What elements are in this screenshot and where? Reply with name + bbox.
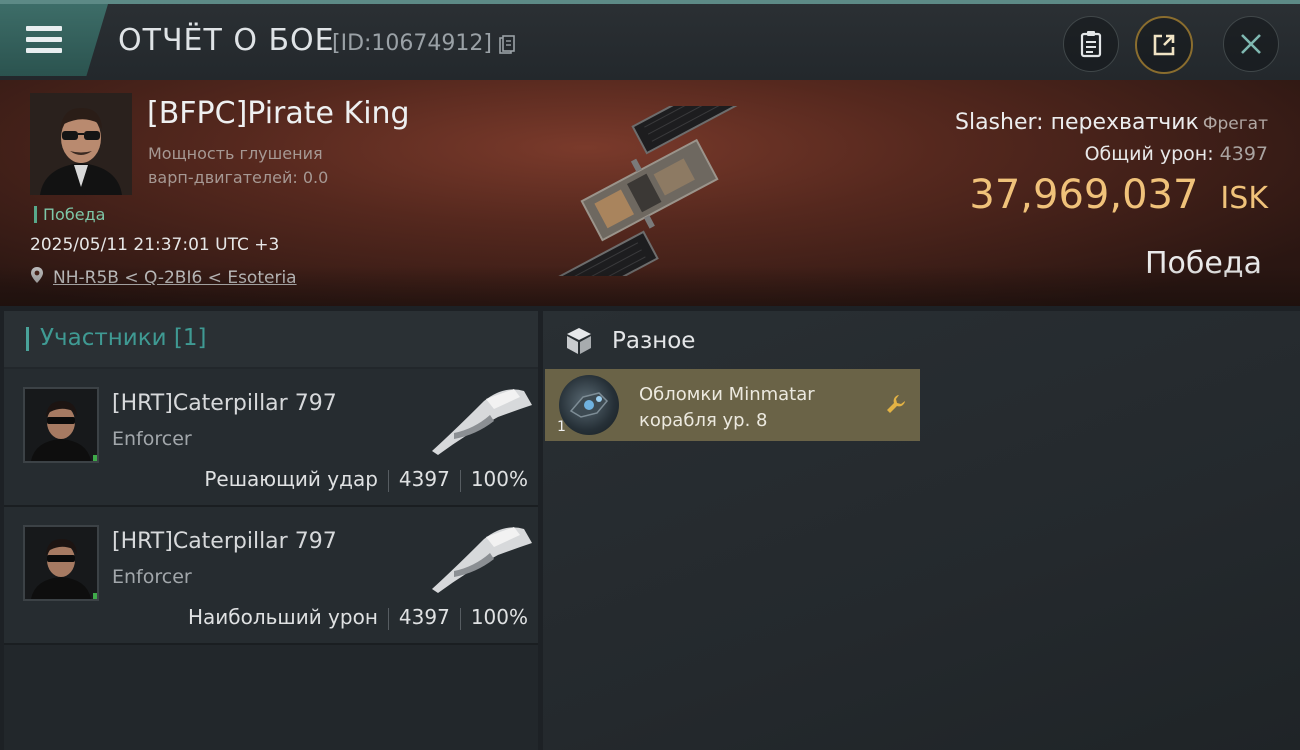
report-id: [ID:10674912] <box>332 31 492 56</box>
loot-name: Обломки Minmatar корабля ур. 8 <box>639 382 869 434</box>
participant-percent: 100% <box>470 467 528 491</box>
header-accent-bar <box>26 327 29 351</box>
share-button[interactable] <box>1135 16 1193 74</box>
participant-role: Решающий удар <box>204 467 378 491</box>
divider <box>387 607 389 630</box>
participant-damage: 4397 <box>398 605 450 629</box>
close-button[interactable] <box>1223 16 1279 72</box>
participant-avatar[interactable]: ★ <box>23 387 99 463</box>
pilot-portrait-icon <box>25 389 97 461</box>
victory-tag: Победа <box>34 206 105 223</box>
header-rim <box>0 0 1300 4</box>
loot-count: 1 <box>557 419 566 435</box>
hamburger-menu-icon <box>26 26 62 54</box>
cube-icon <box>567 328 591 354</box>
copy-icon[interactable] <box>499 35 515 55</box>
wrench-icon[interactable] <box>885 393 907 415</box>
participant-name[interactable]: [HRT]Caterpillar 797 <box>112 391 337 416</box>
divider <box>459 469 461 492</box>
participant-row[interactable]: ★ [HRT]Caterpillar 797 Enforcer Решающий… <box>4 369 538 507</box>
total-damage: Общий урон: 4397 <box>1085 143 1268 165</box>
page-title: ОТЧЁТ О БОЕ <box>118 23 335 58</box>
participants-header: Участники [1] <box>4 311 538 367</box>
enforcer-ship-icon <box>432 389 532 455</box>
loot-item[interactable]: 1 Обломки Minmatar корабля ур. 8 <box>545 369 920 441</box>
menu-button[interactable] <box>0 4 108 76</box>
isk-value: 37,969,037 ISK <box>969 172 1268 218</box>
warp-disruption-label: Мощность глушения <box>148 144 323 163</box>
enforcer-ship-icon <box>432 527 532 593</box>
participants-panel: Участники [1] ★ [HRT]Caterpillar 797 Enf… <box>4 311 538 750</box>
kill-time: 2025/05/11 21:37:01 UTC +3 <box>30 235 280 255</box>
total-damage-value: 4397 <box>1219 143 1268 165</box>
isk-amount: 37,969,037 <box>969 172 1199 218</box>
victim-banner: [BFPC]Pirate King Мощность глушения варп… <box>0 80 1300 306</box>
ship-render-icon <box>553 106 746 276</box>
total-damage-label: Общий урон: <box>1084 143 1214 165</box>
participant-role: Наибольший урон <box>187 605 378 629</box>
ship-name: Slasher: перехватчик <box>955 110 1199 135</box>
divider <box>387 469 389 492</box>
star-badge-icon: ★ <box>93 593 97 599</box>
participant-avatar[interactable]: ★ <box>23 525 99 601</box>
location-link[interactable]: NH-R5B < Q-2BI6 < Esoteria <box>53 268 297 288</box>
warp-disruption-value: варп-двигателей: 0.0 <box>148 168 329 187</box>
participant-ship: Enforcer <box>112 566 192 588</box>
close-icon <box>1241 34 1261 54</box>
battle-result: Победа <box>1145 246 1262 281</box>
victim-name[interactable]: [BFPC]Pirate King <box>147 96 410 131</box>
participants-title: Участники [1] <box>40 325 207 351</box>
isk-unit: ISK <box>1220 181 1268 216</box>
header-bar: ОТЧЁТ О БОЕ [ID:10674912] <box>0 0 1300 80</box>
participant-damage: 4397 <box>398 467 450 491</box>
star-badge-icon: ★ <box>93 455 97 461</box>
ship-class: Фрегат <box>1202 114 1268 134</box>
participant-ship: Enforcer <box>112 428 192 450</box>
participant-stats: Наибольший урон 4397 100% <box>188 605 528 630</box>
loot-name-line2: корабля ур. 8 <box>639 410 768 431</box>
location-pin-icon <box>31 267 43 283</box>
misc-title: Разное <box>612 328 696 354</box>
participant-row[interactable]: ★ [HRT]Caterpillar 797 Enforcer Наибольш… <box>4 507 538 645</box>
pilot-portrait-icon <box>30 93 132 195</box>
share-icon <box>1153 34 1175 56</box>
pilot-portrait-icon <box>25 527 97 599</box>
divider <box>459 607 461 630</box>
wreck-icon <box>559 375 619 435</box>
victim-portrait[interactable] <box>30 93 132 195</box>
clipboard-icon <box>1080 31 1102 58</box>
loot-name-line1: Обломки Minmatar <box>639 384 815 405</box>
participant-name[interactable]: [HRT]Caterpillar 797 <box>112 529 337 554</box>
clipboard-button[interactable] <box>1063 16 1119 72</box>
misc-panel: Разное 1 Обломки Minmatar корабля ур. 8 <box>543 311 1300 750</box>
participant-percent: 100% <box>470 605 528 629</box>
participant-stats: Решающий удар 4397 100% <box>204 467 528 492</box>
ship-type: Slasher: перехватчик Фрегат <box>955 110 1268 135</box>
